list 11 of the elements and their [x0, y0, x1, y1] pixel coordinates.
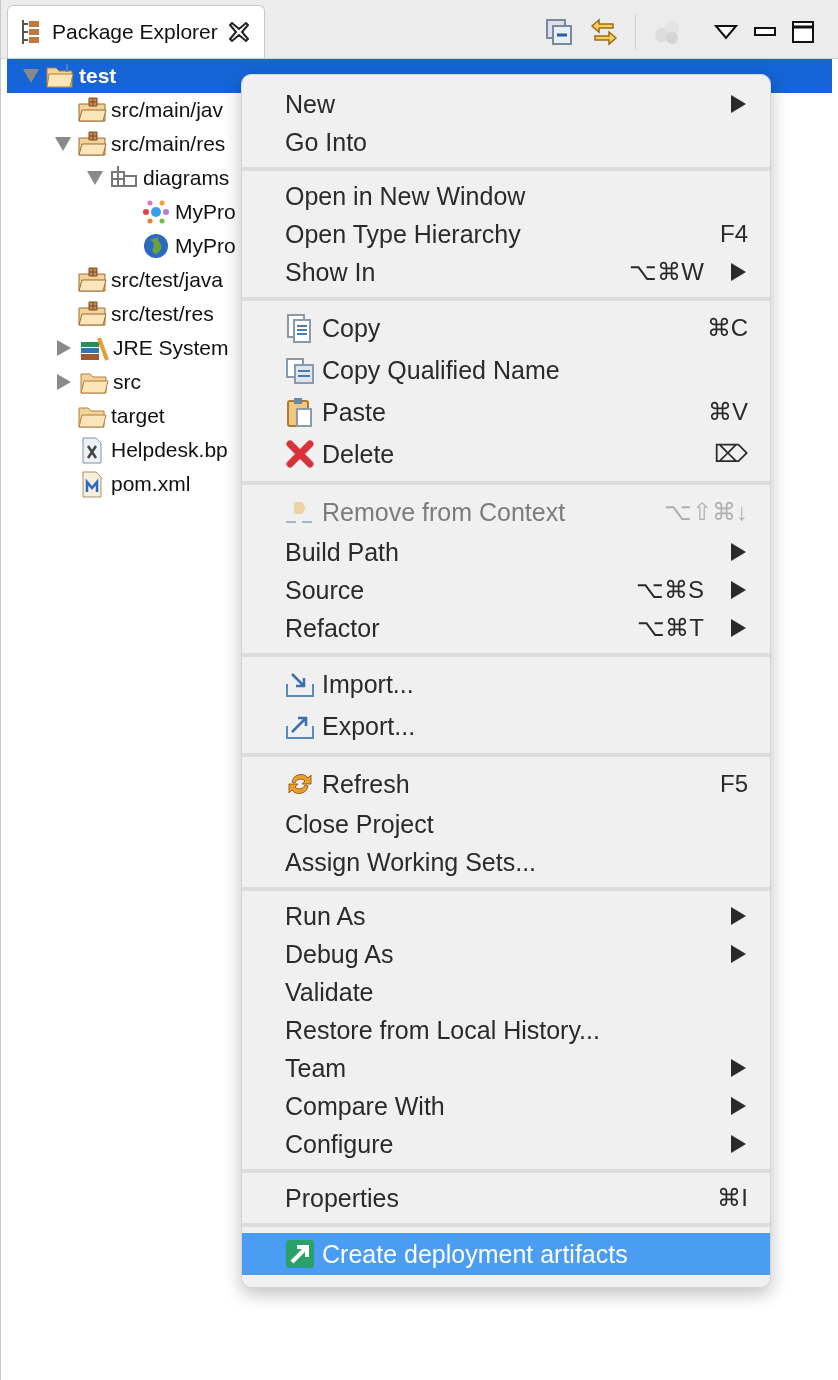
shortcut-text: ⌥⌘S [636, 576, 704, 604]
shortcut-text: ⌘C [706, 314, 748, 342]
shortcut-text: ⌦ [714, 440, 748, 468]
shortcut-text: F5 [720, 770, 748, 798]
shortcut-text: ⌥⌘T [637, 614, 704, 642]
shortcut-text: F4 [720, 220, 748, 248]
tab-title: Package Explorer [52, 20, 218, 44]
shortcut-text: ⌘V [708, 398, 748, 426]
shortcut-text: ⌘I [717, 1184, 748, 1212]
shortcut-text: ⌥⇧⌘↓ [664, 498, 748, 526]
shortcut-text: ⌥⌘W [629, 258, 704, 286]
